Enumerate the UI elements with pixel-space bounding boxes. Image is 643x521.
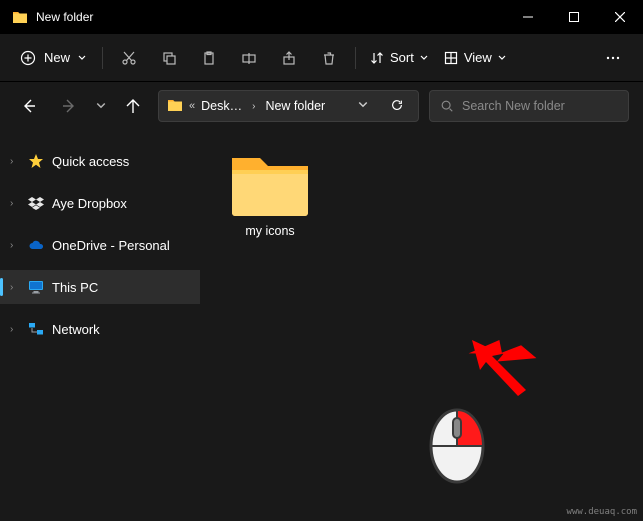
sidebar-item-label: OneDrive - Personal [52,238,170,253]
chevron-right-icon[interactable]: › [10,198,20,209]
chevron-right-icon[interactable]: › [10,282,20,293]
ellipsis-icon [605,50,621,66]
chevron-right-icon[interactable]: › [10,156,20,167]
watermark: www.deuaq.com [567,507,637,517]
arrow-right-icon [61,98,77,114]
search-input[interactable]: Search New folder [429,90,629,122]
forward-button[interactable] [54,91,84,121]
share-icon [281,50,297,66]
arrow-up-icon [125,98,141,114]
annotation-arrow-icon [468,340,538,405]
folder-item-label: my icons [220,224,320,238]
breadcrumb-segment[interactable]: New folder [265,99,325,113]
folder-icon [12,9,28,25]
copy-button[interactable] [149,38,189,78]
share-button[interactable] [269,38,309,78]
separator [102,47,103,69]
sidebar-item-label: Network [52,322,100,337]
folder-item[interactable]: my icons [220,150,320,238]
address-history-button[interactable] [358,99,368,113]
sidebar-item-this-pc[interactable]: › This PC [0,270,200,304]
cloud-icon [28,237,44,253]
sidebar-item-onedrive[interactable]: › OneDrive - Personal [0,228,200,262]
search-icon [440,99,454,113]
explorer-window: New folder New [0,0,643,521]
sidebar-item-network[interactable]: › Network [0,312,200,346]
navigation-pane: › Quick access › Aye Dropbox › OneDrive … [0,130,200,521]
monitor-icon [28,279,44,295]
trash-icon [321,50,337,66]
chevron-down-icon [420,54,428,62]
chevron-down-icon [96,101,106,111]
up-button[interactable] [118,91,148,121]
star-icon [28,153,44,169]
arrow-left-icon [21,98,37,114]
titlebar: New folder [0,0,643,34]
copy-icon [161,50,177,66]
plus-circle-icon [20,50,36,66]
clipboard-icon [201,50,217,66]
address-bar[interactable]: « Desk… › New folder [158,90,419,122]
minimize-button[interactable] [505,0,551,34]
delete-button[interactable] [309,38,349,78]
breadcrumb-prefix: « [189,100,195,112]
sidebar-item-label: Aye Dropbox [52,196,127,211]
refresh-button[interactable] [384,98,410,115]
body: › Quick access › Aye Dropbox › OneDrive … [0,130,643,521]
folder-icon [167,97,183,116]
toolbar: New Sort View [0,34,643,82]
annotation-mouse-right-click-icon [425,398,489,489]
window-title: New folder [36,10,93,24]
sort-label: Sort [390,50,414,65]
chevron-down-icon [78,54,86,62]
chevron-right-icon[interactable]: › [10,324,20,335]
address-row: « Desk… › New folder Search New folder [0,82,643,130]
rename-button[interactable] [229,38,269,78]
search-placeholder: Search New folder [462,99,565,113]
sidebar-item-label: Quick access [52,154,129,169]
sort-button[interactable]: Sort [362,50,436,65]
network-icon [28,321,44,337]
chevron-down-icon [358,100,368,110]
separator [355,47,356,69]
close-button[interactable] [597,0,643,34]
scissors-icon [121,50,137,66]
maximize-button[interactable] [551,0,597,34]
chevron-right-icon[interactable]: › [10,240,20,251]
sidebar-item-label: This PC [52,280,98,295]
new-button[interactable]: New [10,44,96,72]
refresh-icon [390,98,404,112]
view-label: View [464,50,492,65]
chevron-down-icon [498,54,506,62]
dropbox-icon [28,195,44,211]
sidebar-item-dropbox[interactable]: › Aye Dropbox [0,186,200,220]
breadcrumb-segment[interactable]: Desk… [201,99,242,113]
folder-icon [229,150,311,216]
sort-icon [370,51,384,65]
rename-icon [241,50,257,66]
paste-button[interactable] [189,38,229,78]
content-pane[interactable]: my icons [200,130,643,521]
new-button-label: New [44,50,70,65]
view-button[interactable]: View [436,50,514,65]
back-button[interactable] [14,91,44,121]
chevron-right-icon[interactable]: › [248,101,259,112]
recent-button[interactable] [94,91,108,121]
cut-button[interactable] [109,38,149,78]
more-button[interactable] [593,38,633,78]
sidebar-item-quick-access[interactable]: › Quick access [0,144,200,178]
view-icon [444,51,458,65]
